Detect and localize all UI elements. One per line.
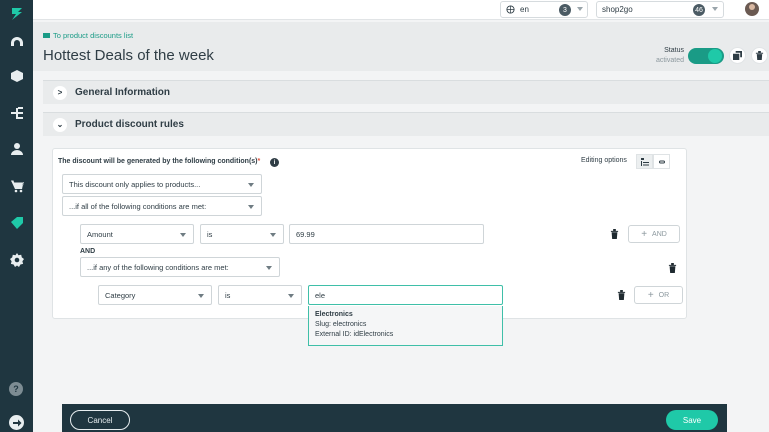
condition-value-input[interactable]: 69.99 (289, 224, 484, 244)
toggle-knob (708, 49, 722, 63)
back-link-label: To product discounts list (53, 31, 134, 40)
rules-title-text: The discount will be generated by the fo… (58, 158, 258, 165)
duplicate-button[interactable] (729, 47, 746, 64)
chevron-right-icon: > (53, 85, 67, 100)
sidebar: ? (0, 0, 33, 432)
category-search-input[interactable]: ele (308, 285, 503, 305)
shop-select[interactable]: shop2go 46 (596, 1, 724, 18)
avatar[interactable] (745, 2, 759, 16)
chevron-down-icon (288, 294, 294, 298)
section-general-information[interactable]: > General Information (43, 80, 769, 104)
language-select[interactable]: en 3 (500, 1, 588, 18)
chevron-down-icon (248, 183, 254, 187)
add-or-condition-button[interactable]: + OR (634, 286, 683, 304)
category-operator-select[interactable]: is (218, 285, 302, 305)
trash-icon (610, 228, 618, 239)
tree-icon (640, 157, 649, 166)
chevron-down-icon (270, 233, 276, 237)
categories-tree-icon[interactable] (8, 104, 25, 121)
condition-operator-select[interactable]: is (200, 224, 284, 244)
customers-icon[interactable] (8, 140, 25, 157)
logo-icon[interactable] (8, 5, 25, 22)
and-button-label: AND (652, 230, 667, 238)
plus-icon: + (641, 228, 648, 240)
condition-field-value: Amount (87, 229, 113, 239)
back-link[interactable]: To product discounts list (43, 31, 133, 40)
code-editor-toggle[interactable] (653, 154, 670, 169)
all-conditions-value: ...if all of the following conditions ar… (69, 201, 207, 211)
chevron-down-icon (577, 7, 583, 11)
chevron-down-icon (266, 266, 272, 270)
language-value: en (520, 5, 529, 14)
category-field-select[interactable]: Category (98, 285, 212, 305)
and-label: AND (80, 248, 96, 255)
help-icon[interactable]: ? (9, 382, 23, 396)
suggestion-slug: Slug: electronics (315, 321, 367, 328)
section-rules-title: Product discount rules (75, 119, 184, 130)
applies-to-select[interactable]: This discount only applies to products..… (62, 174, 262, 194)
all-conditions-select[interactable]: ...if all of the following conditions ar… (62, 196, 262, 216)
condition-operator-value: is (207, 229, 213, 239)
any-conditions-value: ...if any of the following conditions ar… (87, 262, 229, 272)
chevron-down-icon (712, 7, 718, 11)
add-and-condition-button[interactable]: + AND (628, 225, 680, 243)
language-count-badge: 3 (559, 4, 571, 16)
trash-icon (755, 51, 764, 60)
status-label: Status (664, 47, 684, 54)
section-general-title: General Information (75, 87, 171, 98)
expand-arrow-icon[interactable] (9, 415, 24, 430)
category-operator-value: is (225, 290, 231, 300)
suggestion-external-id: External ID: idElectronics (315, 331, 394, 338)
trash-icon (668, 262, 676, 273)
page-title: Hottest Deals of the week (43, 47, 214, 64)
cancel-button[interactable]: Cancel (70, 410, 130, 430)
discounts-tag-icon[interactable] (8, 214, 25, 231)
applies-to-value: This discount only applies to products..… (69, 179, 201, 189)
status-toggle[interactable] (688, 48, 724, 64)
editing-options-label: Editing options (581, 157, 627, 164)
delete-condition-button[interactable] (609, 228, 619, 239)
trash-icon (617, 289, 625, 300)
condition-field-select[interactable]: Amount (80, 224, 194, 244)
category-field-value: Category (105, 290, 136, 300)
dashboard-icon[interactable] (8, 33, 25, 50)
or-button-label: OR (658, 291, 670, 299)
settings-gear-icon[interactable] (8, 251, 25, 268)
chevron-down-icon (198, 294, 204, 298)
shop-value: shop2go (602, 5, 633, 14)
delete-category-condition-button[interactable] (616, 289, 626, 300)
visual-editor-toggle[interactable] (636, 154, 653, 169)
shop-count-badge: 46 (693, 4, 705, 16)
chevron-down-icon (180, 233, 186, 237)
chevron-down-icon: ⌄ (53, 117, 67, 132)
save-button[interactable]: Save (666, 410, 718, 430)
delete-group-button[interactable] (667, 262, 677, 273)
rules-title: The discount will be generated by the fo… (58, 158, 260, 165)
globe-icon (506, 5, 515, 14)
category-suggestion-item[interactable]: Electronics Slug: electronics External I… (308, 306, 503, 346)
info-icon[interactable]: i (270, 158, 279, 167)
status-value: activated (655, 57, 684, 64)
suggestion-name: Electronics (315, 311, 353, 318)
copy-icon (733, 51, 742, 60)
plus-icon: + (647, 289, 654, 301)
required-mark: * (257, 158, 261, 165)
products-cube-icon[interactable] (8, 67, 25, 84)
any-conditions-select[interactable]: ...if any of the following conditions ar… (80, 257, 280, 277)
link-icon (658, 160, 665, 163)
list-icon (43, 33, 50, 38)
chevron-down-icon (248, 205, 254, 209)
footer-bar (62, 404, 727, 432)
orders-cart-icon[interactable] (8, 177, 25, 194)
delete-button[interactable] (751, 47, 768, 64)
section-product-discount-rules[interactable]: ⌄ Product discount rules (43, 112, 769, 136)
